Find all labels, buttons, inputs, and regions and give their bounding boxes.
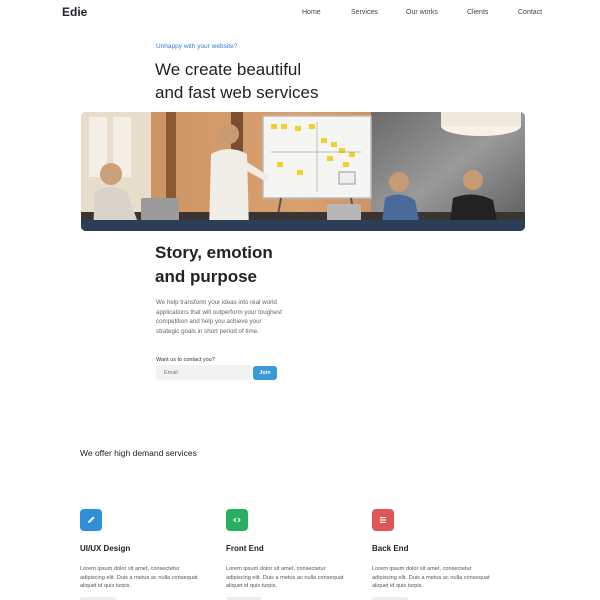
hero-team-photo: [81, 112, 525, 231]
list-icon: [372, 509, 394, 531]
story-title: Story, emotion and purpose: [155, 241, 355, 289]
top-navbar: Edie Home Services Our works Clients Con…: [0, 0, 600, 26]
hero-title: We create beautiful and fast web service…: [155, 58, 415, 104]
code-icon: [226, 509, 248, 531]
story-title-line-1: Story, emotion: [155, 243, 273, 262]
hero-title-line-2: and fast web services: [155, 83, 319, 102]
nav-our-works[interactable]: Our works: [406, 9, 438, 16]
service-name: UI/UX Design: [80, 544, 131, 553]
hero-title-line-1: We create beautiful: [155, 60, 302, 79]
service-name: Back End: [372, 544, 409, 553]
email-input[interactable]: [156, 365, 252, 380]
story-title-line-2: and purpose: [155, 267, 258, 286]
service-description: Lorem ipsum dolor sit amet, consectetur …: [372, 566, 490, 589]
service-card-front-end: Front End Lorem ipsum dolor sit amet, co…: [226, 509, 366, 600]
service-card-ui-ux: UI/UX Design Lorem ipsum dolor sit amet,…: [80, 509, 220, 600]
nav-clients[interactable]: Clients: [467, 9, 488, 16]
pencil-icon: [80, 509, 102, 531]
service-card-back-end: Back End Lorem ipsum dolor sit amet, con…: [372, 509, 512, 600]
service-description: Lorem ipsum dolor sit amet, consectetur …: [80, 566, 198, 589]
contact-label: Want us to contact you?: [156, 357, 215, 363]
team-meeting-illustration: [81, 112, 525, 231]
nav-contact[interactable]: Contact: [518, 9, 542, 16]
hero-eyebrow: Unhappy with your website?: [156, 43, 238, 50]
service-name: Front End: [226, 544, 264, 553]
nav-services[interactable]: Services: [351, 9, 378, 16]
join-button[interactable]: Join: [253, 366, 277, 380]
service-description: Lorem ipsum dolor sit amet, consectetur …: [226, 566, 344, 589]
story-description: We help transform your ideas into real w…: [156, 299, 282, 335]
nav-home[interactable]: Home: [302, 9, 321, 16]
logo[interactable]: Edie: [62, 5, 87, 19]
services-section-title: We offer high demand services: [80, 448, 197, 458]
